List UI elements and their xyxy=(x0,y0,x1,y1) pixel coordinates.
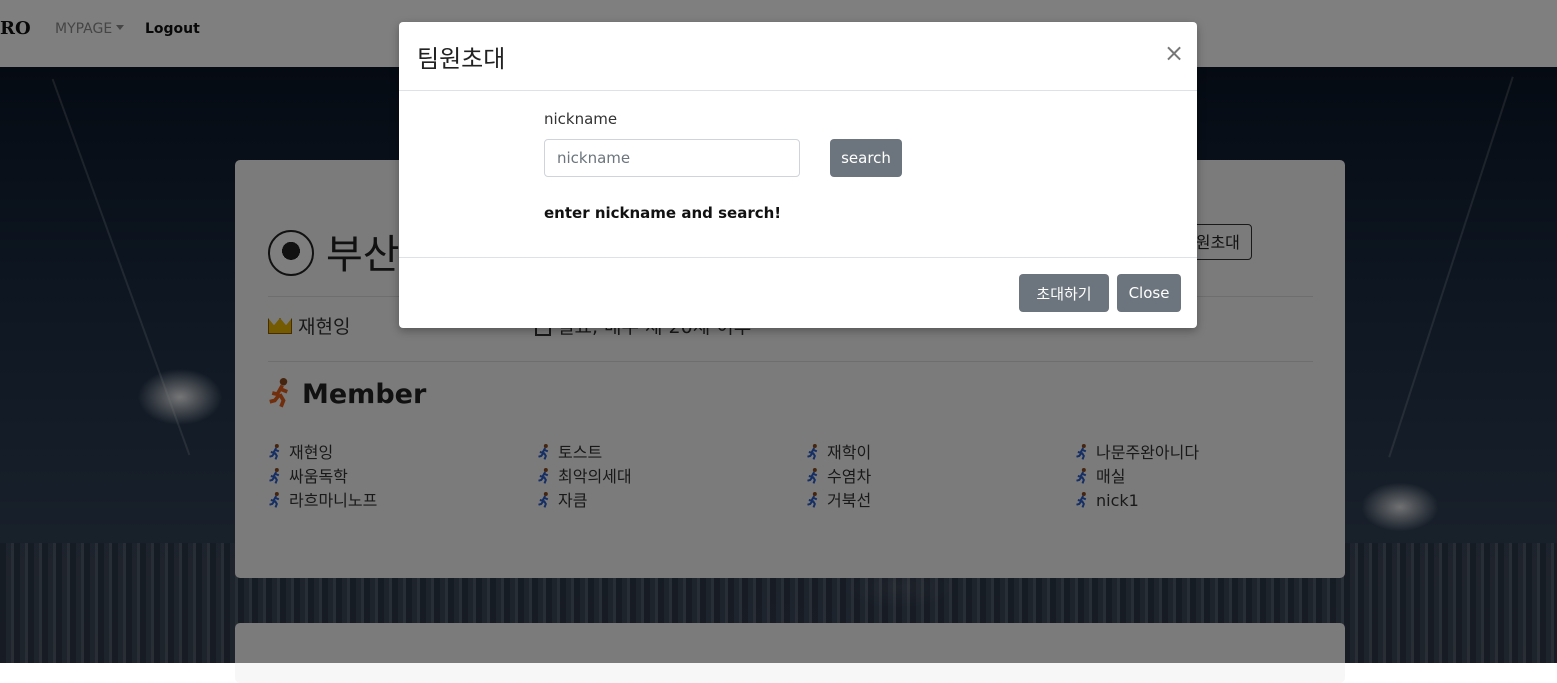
modal-footer-divider xyxy=(399,257,1197,258)
nickname-input[interactable] xyxy=(544,139,800,177)
close-button[interactable]: Close xyxy=(1117,274,1181,312)
modal-header: 팀원초대 × xyxy=(399,22,1197,91)
invite-modal: 팀원초대 × nickname search enter nickname an… xyxy=(399,22,1197,328)
close-icon[interactable]: × xyxy=(1164,39,1184,67)
invite-button[interactable]: 초대하기 xyxy=(1019,274,1109,312)
search-button[interactable]: search xyxy=(830,139,902,177)
nickname-label: nickname xyxy=(544,110,618,128)
modal-title: 팀원초대 xyxy=(417,45,506,73)
search-hint: enter nickname and search! xyxy=(544,204,782,222)
